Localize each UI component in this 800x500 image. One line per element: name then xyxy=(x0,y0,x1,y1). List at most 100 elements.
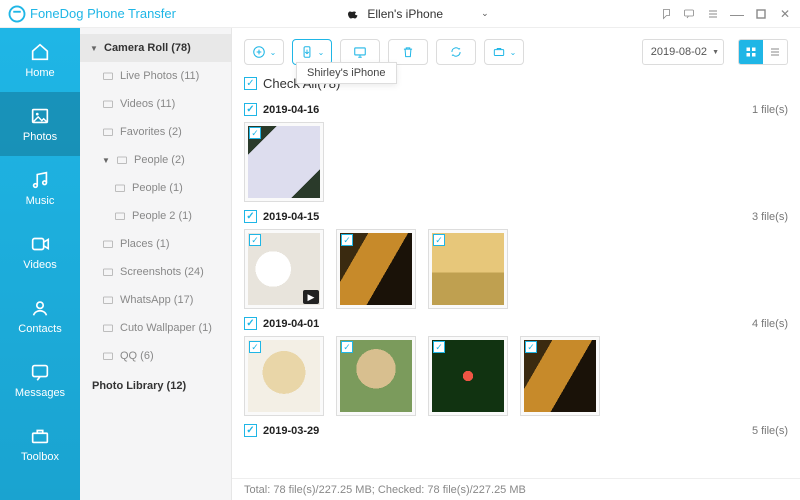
messages-icon xyxy=(29,361,51,383)
rail-label: Toolbox xyxy=(21,451,59,463)
photo-thumb[interactable]: ✓ xyxy=(336,336,416,416)
rail-messages[interactable]: Messages xyxy=(0,348,80,412)
music-icon xyxy=(29,169,51,191)
group-header[interactable]: ✓2019-03-295 file(s) xyxy=(244,424,788,437)
photo-thumb[interactable]: ✓ xyxy=(428,336,508,416)
tree-item-places[interactable]: Places (1) xyxy=(80,230,231,258)
tree-item-label: Favorites (2) xyxy=(120,126,182,138)
caret-down-icon: ▼ xyxy=(102,156,110,165)
tree-item-label: Live Photos (11) xyxy=(120,70,199,82)
tree-item-qq[interactable]: QQ (6) xyxy=(80,342,231,370)
thumb-checkbox[interactable]: ✓ xyxy=(249,341,261,353)
grid-view-button[interactable] xyxy=(739,40,763,64)
rail-label: Home xyxy=(25,67,54,79)
folder-icon xyxy=(102,98,114,110)
thumb-row: ✓ ✓ ✓ ✓ xyxy=(244,336,788,416)
tree-photo-library[interactable]: Photo Library (12) xyxy=(80,370,231,402)
tree-item-live[interactable]: Live Photos (11) xyxy=(80,62,231,90)
group-filecount: 4 file(s) xyxy=(752,318,788,330)
chevron-down-icon: ⌄ xyxy=(270,48,277,57)
device-name: Ellen's iPhone xyxy=(367,7,443,21)
add-button[interactable]: ⌄ xyxy=(244,39,284,65)
tree-item-label: People (1) xyxy=(132,182,183,194)
chat-icon[interactable] xyxy=(682,7,696,21)
folder-icon xyxy=(102,266,114,278)
tree-item-favorites[interactable]: Favorites (2) xyxy=(80,118,231,146)
rail-videos[interactable]: Videos xyxy=(0,220,80,284)
rail-label: Music xyxy=(26,195,55,207)
tree-item-label: People (2) xyxy=(134,154,185,166)
photos-icon xyxy=(29,105,51,127)
device-selector[interactable]: Ellen's iPhone ⌄ xyxy=(298,3,538,25)
tree-item-label: WhatsApp (17) xyxy=(120,294,193,306)
nav-rail: Home Photos Music Videos Contacts Messages Too… xyxy=(0,28,80,500)
video-badge-icon: ▶ xyxy=(303,290,319,304)
tree-item-screenshots[interactable]: Screenshots (24) xyxy=(80,258,231,286)
rail-photos[interactable]: Photos xyxy=(0,92,80,156)
group-header[interactable]: ✓2019-04-161 file(s) xyxy=(244,103,788,116)
photo-thumb[interactable]: ✓ xyxy=(336,229,416,309)
group-date: 2019-04-16 xyxy=(263,104,319,116)
logo-icon xyxy=(8,5,26,23)
photo-thumb[interactable]: ✓ xyxy=(428,229,508,309)
rail-label: Videos xyxy=(23,259,56,271)
refresh-button[interactable] xyxy=(436,39,476,65)
folder-icon xyxy=(102,238,114,250)
folder-icon xyxy=(102,294,114,306)
tree-item-people2[interactable]: People 2 (1) xyxy=(80,202,231,230)
app-title-text: FoneDog Phone Transfer xyxy=(30,6,176,21)
group-header[interactable]: ✓ 2019-04-15 3 file(s) xyxy=(244,210,788,223)
maximize-icon[interactable] xyxy=(754,7,768,21)
folder-icon xyxy=(114,182,126,194)
photo-thumb[interactable]: ✓ xyxy=(520,336,600,416)
rail-toolbox[interactable]: Toolbox xyxy=(0,412,80,476)
rail-contacts[interactable]: Contacts xyxy=(0,284,80,348)
tree-item-people1[interactable]: People (1) xyxy=(80,174,231,202)
group-checkbox[interactable]: ✓ xyxy=(244,317,257,330)
thumb-checkbox[interactable]: ✓ xyxy=(525,341,537,353)
group-filecount: 3 file(s) xyxy=(752,211,788,223)
thumb-checkbox[interactable]: ✓ xyxy=(249,127,261,139)
photo-scroll-area[interactable]: ✓2019-04-161 file(s)✓✓2019-04-153 file(s… xyxy=(232,97,800,478)
group-checkbox[interactable]: ✓ xyxy=(244,210,257,223)
group-header[interactable]: ✓ 2019-04-01 4 file(s) xyxy=(244,317,788,330)
tree-item-people[interactable]: ▼ People (2) xyxy=(80,146,231,174)
group-date: 2019-04-01 xyxy=(263,318,319,330)
rail-music[interactable]: Music xyxy=(0,156,80,220)
thumb-checkbox[interactable]: ✓ xyxy=(433,234,445,246)
date-filter[interactable]: 2019-08-02 xyxy=(642,39,724,65)
minimize-icon[interactable]: — xyxy=(730,7,744,21)
more-tools-button[interactable]: ⌄ xyxy=(484,39,524,65)
chevron-down-icon: ⌄ xyxy=(510,48,517,57)
contacts-icon xyxy=(29,297,51,319)
thumb-checkbox[interactable]: ✓ xyxy=(341,234,353,246)
list-view-button[interactable] xyxy=(763,40,787,64)
photo-thumb[interactable]: ✓ xyxy=(244,122,324,202)
folder-icon xyxy=(102,126,114,138)
tree-camera-roll[interactable]: ▼ Camera Roll (78) xyxy=(80,34,231,62)
folder-icon xyxy=(102,70,114,82)
thumb-checkbox[interactable]: ✓ xyxy=(249,234,261,246)
tree-item-label: Places (1) xyxy=(120,238,170,250)
tree-item-label: Screenshots (24) xyxy=(120,266,204,278)
caret-down-icon: ▼ xyxy=(90,44,98,53)
folder-icon xyxy=(114,210,126,222)
group-checkbox[interactable]: ✓ xyxy=(244,424,257,437)
tree-item-videos[interactable]: Videos (11) xyxy=(80,90,231,118)
menu-icon[interactable] xyxy=(706,7,720,21)
group-date: 2019-04-15 xyxy=(263,211,319,223)
feedback-icon[interactable] xyxy=(658,7,672,21)
close-icon[interactable]: ✕ xyxy=(778,7,792,21)
rail-label: Contacts xyxy=(18,323,61,335)
rail-home[interactable]: Home xyxy=(0,28,80,92)
tree-item-cuto[interactable]: Cuto Wallpaper (1) xyxy=(80,314,231,342)
thumb-row: ✓▶✓✓ xyxy=(244,229,788,309)
photo-thumb[interactable]: ✓▶ xyxy=(244,229,324,309)
photo-thumb[interactable]: ✓ xyxy=(244,336,324,416)
group-checkbox[interactable]: ✓ xyxy=(244,103,257,116)
thumb-checkbox[interactable]: ✓ xyxy=(433,341,445,353)
chevron-down-icon: ⌄ xyxy=(318,48,325,57)
thumb-checkbox[interactable]: ✓ xyxy=(341,341,353,353)
tree-item-whatsapp[interactable]: WhatsApp (17) xyxy=(80,286,231,314)
check-all-checkbox[interactable]: ✓ xyxy=(244,77,257,90)
